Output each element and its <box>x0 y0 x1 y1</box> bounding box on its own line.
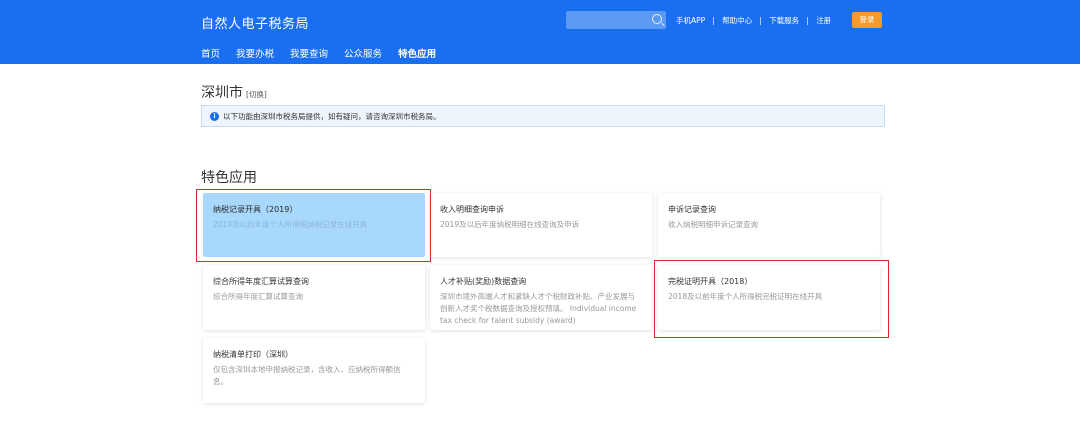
login-button[interactable]: 登录 <box>852 12 882 28</box>
search-icon[interactable] <box>652 14 662 24</box>
divider <box>807 16 809 25</box>
city-title: 深圳市 [切换] <box>201 82 267 102</box>
main-nav: 首页 我要办税 我要查询 公众服务 特色应用 <box>201 46 452 66</box>
card-desc: 2019及以后年度个人所得税纳税记录在线开具 <box>213 220 368 229</box>
nav-public-service[interactable]: 公众服务 <box>344 46 382 66</box>
section-title: 特色应用 <box>201 170 257 186</box>
nav-home[interactable]: 首页 <box>201 46 220 66</box>
nav-tax-handling[interactable]: 我要办税 <box>236 46 274 66</box>
register-link[interactable]: 注册 <box>816 15 831 26</box>
card-title: 完税证明开具（2018） <box>668 277 753 286</box>
top-header: 自然人电子税务局 手机APP 帮助中心 下载服务 注册 登录 首页 我要办税 我… <box>0 0 1080 66</box>
card-title: 纳税清单打印（深圳） <box>213 350 293 359</box>
nav-query[interactable]: 我要查询 <box>290 46 328 66</box>
card-tax-certificate-2018[interactable]: 完税证明开具（2018） 2018及以前年度个人所得税完税证明在线开具 <box>658 265 880 330</box>
divider <box>713 16 715 25</box>
card-desc: 收入纳税明细申诉记录查询 <box>668 220 758 229</box>
divider <box>760 16 762 25</box>
card-desc: 综合所得年度汇算试算查询 <box>213 292 303 301</box>
site-logo[interactable]: 自然人电子税务局 <box>201 13 309 32</box>
city-name: 深圳市 <box>201 85 243 101</box>
card-title: 申诉记录查询 <box>668 205 716 214</box>
card-title: 纳税记录开具（2019） <box>213 205 298 214</box>
help-center-link[interactable]: 帮助中心 <box>722 15 752 26</box>
city-switch-link[interactable]: [切换] <box>246 90 267 99</box>
search-input[interactable] <box>566 11 666 29</box>
card-talent-subsidy-query[interactable]: 人才补贴(奖励)数据查询 深圳市境外高端人才和紧缺人才个税财政补贴、产业发展与创… <box>430 265 652 330</box>
notice-banner: i 以下功能由深圳市税务局提供，如有疑问，请咨询深圳市税务局。 <box>201 105 885 127</box>
card-desc: 2018及以前年度个人所得税完税证明在线开具 <box>668 292 823 301</box>
card-income-detail-query[interactable]: 收入明细查询申诉 2019及以后年度纳税明细在线查询及申诉 <box>430 193 652 257</box>
card-appeal-record-query[interactable]: 申诉记录查询 收入纳税明细申诉记录查询 <box>658 193 880 257</box>
nav-featured-apps[interactable]: 特色应用 <box>398 46 437 66</box>
card-desc: 仅包含深圳本地申报纳税记录，含收入、应纳税所得额信息。 <box>213 365 401 386</box>
card-desc: 深圳市境外高端人才和紧缺人才个税财政补贴、产业发展与创新人才奖个税数据查询及授权… <box>440 292 637 325</box>
top-links: 手机APP 帮助中心 下载服务 注册 <box>676 15 831 26</box>
notice-text: 以下功能由深圳市税务局提供，如有疑问，请咨询深圳市税务局。 <box>223 111 441 121</box>
info-icon: i <box>210 111 219 121</box>
card-title: 综合所得年度汇算试算查询 <box>213 277 309 286</box>
card-desc: 2019及以后年度纳税明细在线查询及申诉 <box>440 220 580 229</box>
card-title: 收入明细查询申诉 <box>440 205 504 214</box>
mobile-app-link[interactable]: 手机APP <box>676 15 705 26</box>
card-title: 人才补贴(奖励)数据查询 <box>440 277 527 286</box>
download-service-link[interactable]: 下载服务 <box>769 15 799 26</box>
card-tax-record-2019[interactable]: 纳税记录开具（2019） 2019及以后年度个人所得税纳税记录在线开具 <box>203 193 425 257</box>
card-tax-list-print[interactable]: 纳税清单打印（深圳） 仅包含深圳本地申报纳税记录，含收入、应纳税所得额信息。 <box>203 338 425 403</box>
card-annual-settlement-query[interactable]: 综合所得年度汇算试算查询 综合所得年度汇算试算查询 <box>203 265 425 330</box>
